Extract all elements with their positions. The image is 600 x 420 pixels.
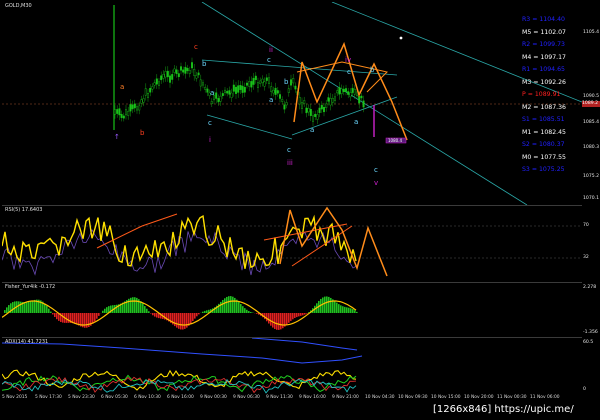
pivot-m1: M1 = 1082.45 <box>522 128 566 136</box>
svg-text:b: b <box>140 129 145 137</box>
pivot-s1: S1 = 1085.51 <box>522 116 565 123</box>
adx-axis: 60.5 0 <box>582 338 600 394</box>
candlestick-series <box>113 57 365 127</box>
main-price-chart[interactable]: GOLD,M30 1080.4 a b c ↑ i ii iii iv v a … <box>2 1 583 206</box>
svg-text:i: i <box>209 136 211 144</box>
svg-text:iii: iii <box>287 159 293 167</box>
rsi-canvas <box>1 206 582 277</box>
fisher-axis: 2.278 -1.356 <box>582 283 600 337</box>
price-chart-canvas[interactable]: 1080.4 a b c ↑ i ii iii iv v a b c c a b… <box>2 1 583 206</box>
adx-canvas <box>1 337 363 394</box>
pivot-r2: R2 = 1099.73 <box>522 41 565 48</box>
pivot-s2: S2 = 1080.37 <box>522 141 565 148</box>
svg-text:c: c <box>374 166 378 174</box>
svg-text:a: a <box>354 118 358 126</box>
pivot-m3: M3 = 1092.26 <box>522 78 566 86</box>
svg-text:iv: iv <box>345 56 351 64</box>
svg-text:b: b <box>284 78 289 86</box>
fisher-title: Fisher_Yur4ik -0.172 <box>5 284 56 290</box>
rsi-title: RSI(5) 17.6403 <box>5 207 43 213</box>
rsi-axis: 70 32 <box>582 206 600 282</box>
adx-indicator-pane[interactable]: ADX(14) 41.7231 <box>1 337 582 395</box>
svg-text:v: v <box>374 179 378 187</box>
target-box-text: 1080.4 <box>388 138 402 143</box>
image-watermark: [1266x846] https://upic.me/ <box>433 404 574 415</box>
svg-text:c: c <box>208 119 212 127</box>
pivot-levels-panel: R3 = 1104.40 M5 = 1102.07 R2 = 1099.73 M… <box>522 14 582 177</box>
trading-terminal-window: GOLD,M30 1080.4 a b c ↑ i ii iii iv v a … <box>0 0 600 420</box>
pivot-s3: S3 = 1075.25 <box>522 166 565 173</box>
adx-title: ADX(14) 41.7231 <box>5 339 49 345</box>
current-price-tag: 1089.2 <box>582 101 600 107</box>
pivot-p: P = 1089.91 <box>522 91 561 98</box>
svg-text:c: c <box>194 43 198 51</box>
rsi-indicator-pane[interactable]: RSI(5) 17.6403 <box>1 206 582 283</box>
time-axis: 5 Nov 2015 5 Nov 17:30 5 Nov 23:30 6 Nov… <box>2 394 582 404</box>
svg-text:↑: ↑ <box>114 133 120 141</box>
fisher-indicator-pane[interactable]: Fisher_Yur4ik -0.172 <box>1 283 582 338</box>
pivot-m2: M2 = 1087.36 <box>522 103 566 111</box>
fisher-canvas <box>1 296 358 330</box>
pivot-m4: M4 = 1097.17 <box>522 53 566 61</box>
svg-text:b: b <box>202 60 207 68</box>
svg-text:a: a <box>120 83 124 91</box>
svg-text:a: a <box>210 89 214 97</box>
pivot-r3: R3 = 1104.40 <box>522 16 565 23</box>
svg-text:ii: ii <box>269 46 273 54</box>
pivot-r1: R1 = 1094.65 <box>522 66 565 73</box>
pivot-m0: M0 = 1077.55 <box>522 153 566 161</box>
chart-title: GOLD,M30 <box>5 3 32 9</box>
svg-text:a: a <box>269 96 273 104</box>
pivot-m5: M5 = 1102.07 <box>522 28 566 36</box>
svg-text:c: c <box>267 56 271 64</box>
svg-text:b: b <box>370 66 375 74</box>
svg-text:c: c <box>287 146 291 154</box>
svg-text:c: c <box>347 68 351 76</box>
svg-text:a: a <box>310 126 314 134</box>
